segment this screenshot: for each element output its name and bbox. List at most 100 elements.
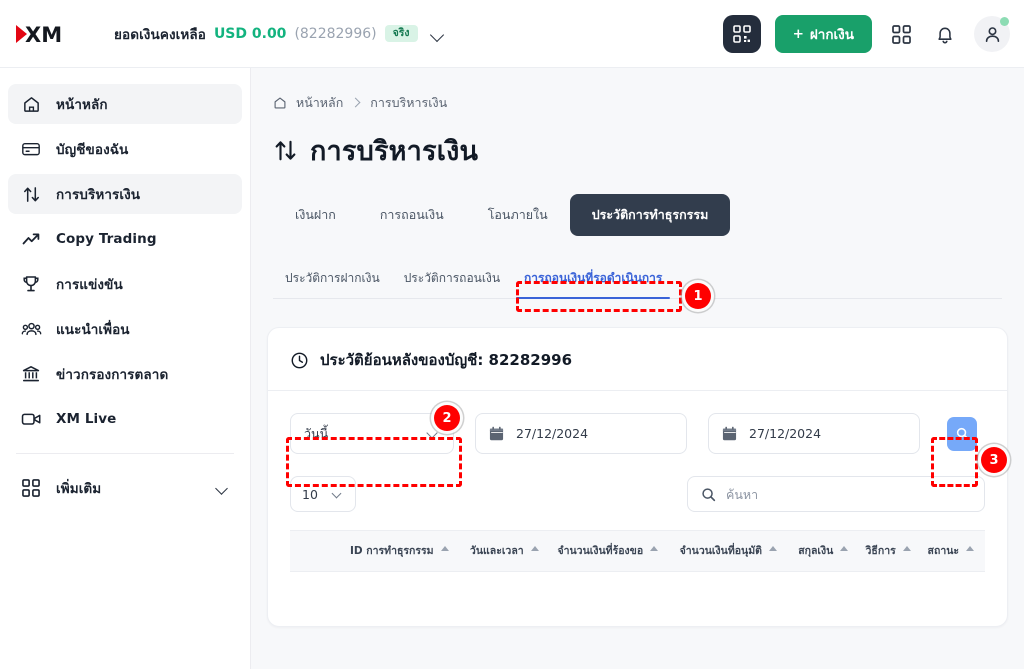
table-col-currency[interactable]: สกุลเงิน [792, 529, 860, 573]
table-col-approved-amount[interactable]: จำนวนเงินที่อนุมัติ [673, 529, 793, 573]
top-bar-actions: + ฝากเงิน [722, 0, 1010, 68]
chevron-down-icon [332, 488, 344, 500]
home-icon [20, 93, 42, 115]
search-input[interactable] [726, 486, 971, 502]
apps-grid-button[interactable] [886, 19, 916, 49]
table-col-method[interactable]: วิธีการ [859, 529, 922, 573]
card-header: ประวัติย้อนหลังของบัญชี: 82282996 [268, 328, 1007, 372]
deposit-button-label: ฝากเงิน [809, 27, 854, 43]
sidebar-item-my-accounts[interactable]: บัญชีของฉัน [8, 129, 242, 169]
table-col-label: สถานะ [927, 545, 960, 557]
sidebar-item-label: XM Live [56, 411, 117, 427]
sidebar-item-xm-live[interactable]: XM Live [8, 399, 242, 439]
trophy-icon [20, 273, 42, 295]
sidebar-navigation: หน้าหลัก บัญชีของฉัน การบริหารเงิน Copy … [0, 68, 251, 669]
grid-apps-icon [20, 477, 42, 499]
sidebar-item-copy-trading[interactable]: Copy Trading [8, 219, 242, 259]
table-col-label: จำนวนเงินที่ร้องขอ [557, 545, 644, 557]
table-col-transaction-id[interactable]: ID การทำธุรกรรม [344, 529, 464, 573]
tab-transaction-history[interactable]: ประวัติการทำธุรกรรม [569, 194, 731, 236]
sidebar-item-label: การบริหารเงิน [56, 187, 141, 203]
date-from-value: 27/12/2024 [516, 426, 589, 441]
sidebar-item-refer-a-friend[interactable]: แนะนำเพื่อน [8, 309, 242, 349]
sidebar-item-label: ข่าวกรองการตลาด [56, 367, 169, 383]
page-title: การบริหารเงิน [310, 136, 479, 167]
period-select[interactable]: วันนี้ [290, 413, 454, 454]
breadcrumb-home[interactable]: หน้าหลัก [296, 93, 343, 113]
sort-caret-up-icon[interactable] [768, 546, 777, 551]
sort-caret-up-icon[interactable] [902, 546, 911, 551]
main-tabs: เงินฝาก การถอนเงิน โอนภายใน ประวัติการทำ… [251, 172, 1024, 236]
rows-per-page-select[interactable]: 10 [290, 476, 356, 512]
qr-code-button[interactable] [722, 15, 761, 53]
video-camera-icon [20, 408, 42, 430]
user-avatar-button[interactable] [974, 16, 1010, 52]
sort-caret-up-icon[interactable] [530, 546, 539, 551]
sidebar-item-label: การแข่งขัน [56, 277, 123, 293]
chevron-down-icon[interactable] [430, 26, 446, 42]
table-controls: 10 [268, 454, 1007, 512]
qr-code-icon [732, 25, 751, 43]
grid-apps-icon [891, 24, 911, 44]
table-col-spacer [290, 529, 344, 573]
transfer-arrows-icon [20, 183, 42, 205]
table-header-row: ID การทำธุรกรรม วันและเวลา จำนวนเงินที่ร… [290, 529, 985, 573]
sort-caret-up-icon[interactable] [440, 546, 449, 551]
tab-withdrawal[interactable]: การถอนเงิน [358, 194, 466, 236]
sidebar-item-label: หน้าหลัก [56, 97, 108, 113]
tab-deposit[interactable]: เงินฝาก [273, 194, 358, 236]
sort-caret-up-icon[interactable] [840, 546, 849, 551]
table-col-label: จำนวนเงินที่อนุมัติ [679, 545, 762, 557]
notification-bell-icon [938, 27, 952, 43]
sort-caret-up-icon[interactable] [650, 546, 659, 551]
plus-icon: + [792, 26, 804, 42]
tab-internal-transfer[interactable]: โอนภายใน [466, 194, 570, 236]
notifications-button[interactable] [930, 19, 960, 49]
filters-row: วันนี้ 27/12/2024 27/12/2024 [268, 391, 1007, 454]
sidebar-item-label: เพิ่มเติม [56, 481, 102, 497]
date-from-input[interactable]: 27/12/2024 [475, 413, 687, 454]
deposit-button[interactable]: + ฝากเงิน [774, 15, 872, 53]
balance-label: ยอดเงินคงเหลือ [114, 26, 206, 43]
calendar-icon [722, 426, 737, 442]
account-number: (82282996) [294, 25, 377, 42]
sidebar-item-label: แนะนำเพื่อน [56, 322, 130, 338]
sort-caret-up-icon[interactable] [966, 546, 975, 551]
subtab-deposit-history[interactable]: ประวัติการฝากเงิน [273, 269, 392, 298]
xm-logo[interactable]: XM [16, 21, 78, 47]
subtab-pending-withdrawals[interactable]: การถอนเงินที่รอดำเนินการ [512, 269, 674, 299]
sidebar-item-home[interactable]: หน้าหลัก [8, 84, 242, 124]
subtab-withdrawal-history[interactable]: ประวัติการถอนเงิน [392, 269, 512, 298]
sidebar-item-label: บัญชีของฉัน [56, 142, 129, 158]
date-to-input[interactable]: 27/12/2024 [708, 413, 920, 454]
table-col-label: วันและเวลา [469, 545, 524, 557]
sidebar-item-more[interactable]: เพิ่มเติม [8, 468, 242, 508]
card-icon [20, 138, 42, 160]
pending-withdrawals-table: ID การทำธุรกรรม วันและเวลา จำนวนเงินที่ร… [290, 529, 985, 573]
table-col-requested-amount[interactable]: จำนวนเงินที่ร้องขอ [551, 529, 674, 573]
sidebar-item-funds-management[interactable]: การบริหารเงิน [8, 174, 242, 214]
people-group-icon [20, 318, 42, 340]
account-balance-area[interactable]: ยอดเงินคงเหลือ USD 0.00 (82282996) จริง [114, 23, 446, 45]
card-title: ประวัติย้อนหลังของบัญชี: 82282996 [320, 351, 573, 369]
search-go-button[interactable] [947, 416, 977, 451]
page-title-row: การบริหารเงิน [251, 113, 1024, 172]
account-history-card: ประวัติย้อนหลังของบัญชี: 82282996 วันนี้ [267, 327, 1008, 627]
chevron-right-icon [352, 99, 361, 108]
top-bar: XM ยอดเงินคงเหลือ USD 0.00 (82282996) จร… [0, 0, 1024, 68]
rows-per-page-value: 10 [302, 486, 318, 502]
home-icon [273, 96, 287, 110]
online-status-dot [1000, 17, 1009, 26]
table-col-datetime[interactable]: วันและเวลา [463, 529, 552, 573]
trend-up-icon [20, 228, 42, 250]
search-icon [701, 487, 716, 502]
chevron-down-icon [216, 481, 230, 495]
table-col-label: สกุลเงิน [798, 545, 834, 557]
table-search-field[interactable] [687, 476, 985, 512]
sidebar-item-competitions[interactable]: การแข่งขัน [8, 264, 242, 304]
table-col-status[interactable]: สถานะ [921, 529, 985, 573]
sidebar-item-market-intelligence[interactable]: ข่าวกรองการตลาด [8, 354, 242, 394]
sidebar-divider [16, 453, 234, 454]
main-content: หน้าหลัก การบริหารเงิน การบริหารเงิน เงิ… [251, 68, 1024, 669]
svg-text:XM: XM [25, 23, 62, 46]
